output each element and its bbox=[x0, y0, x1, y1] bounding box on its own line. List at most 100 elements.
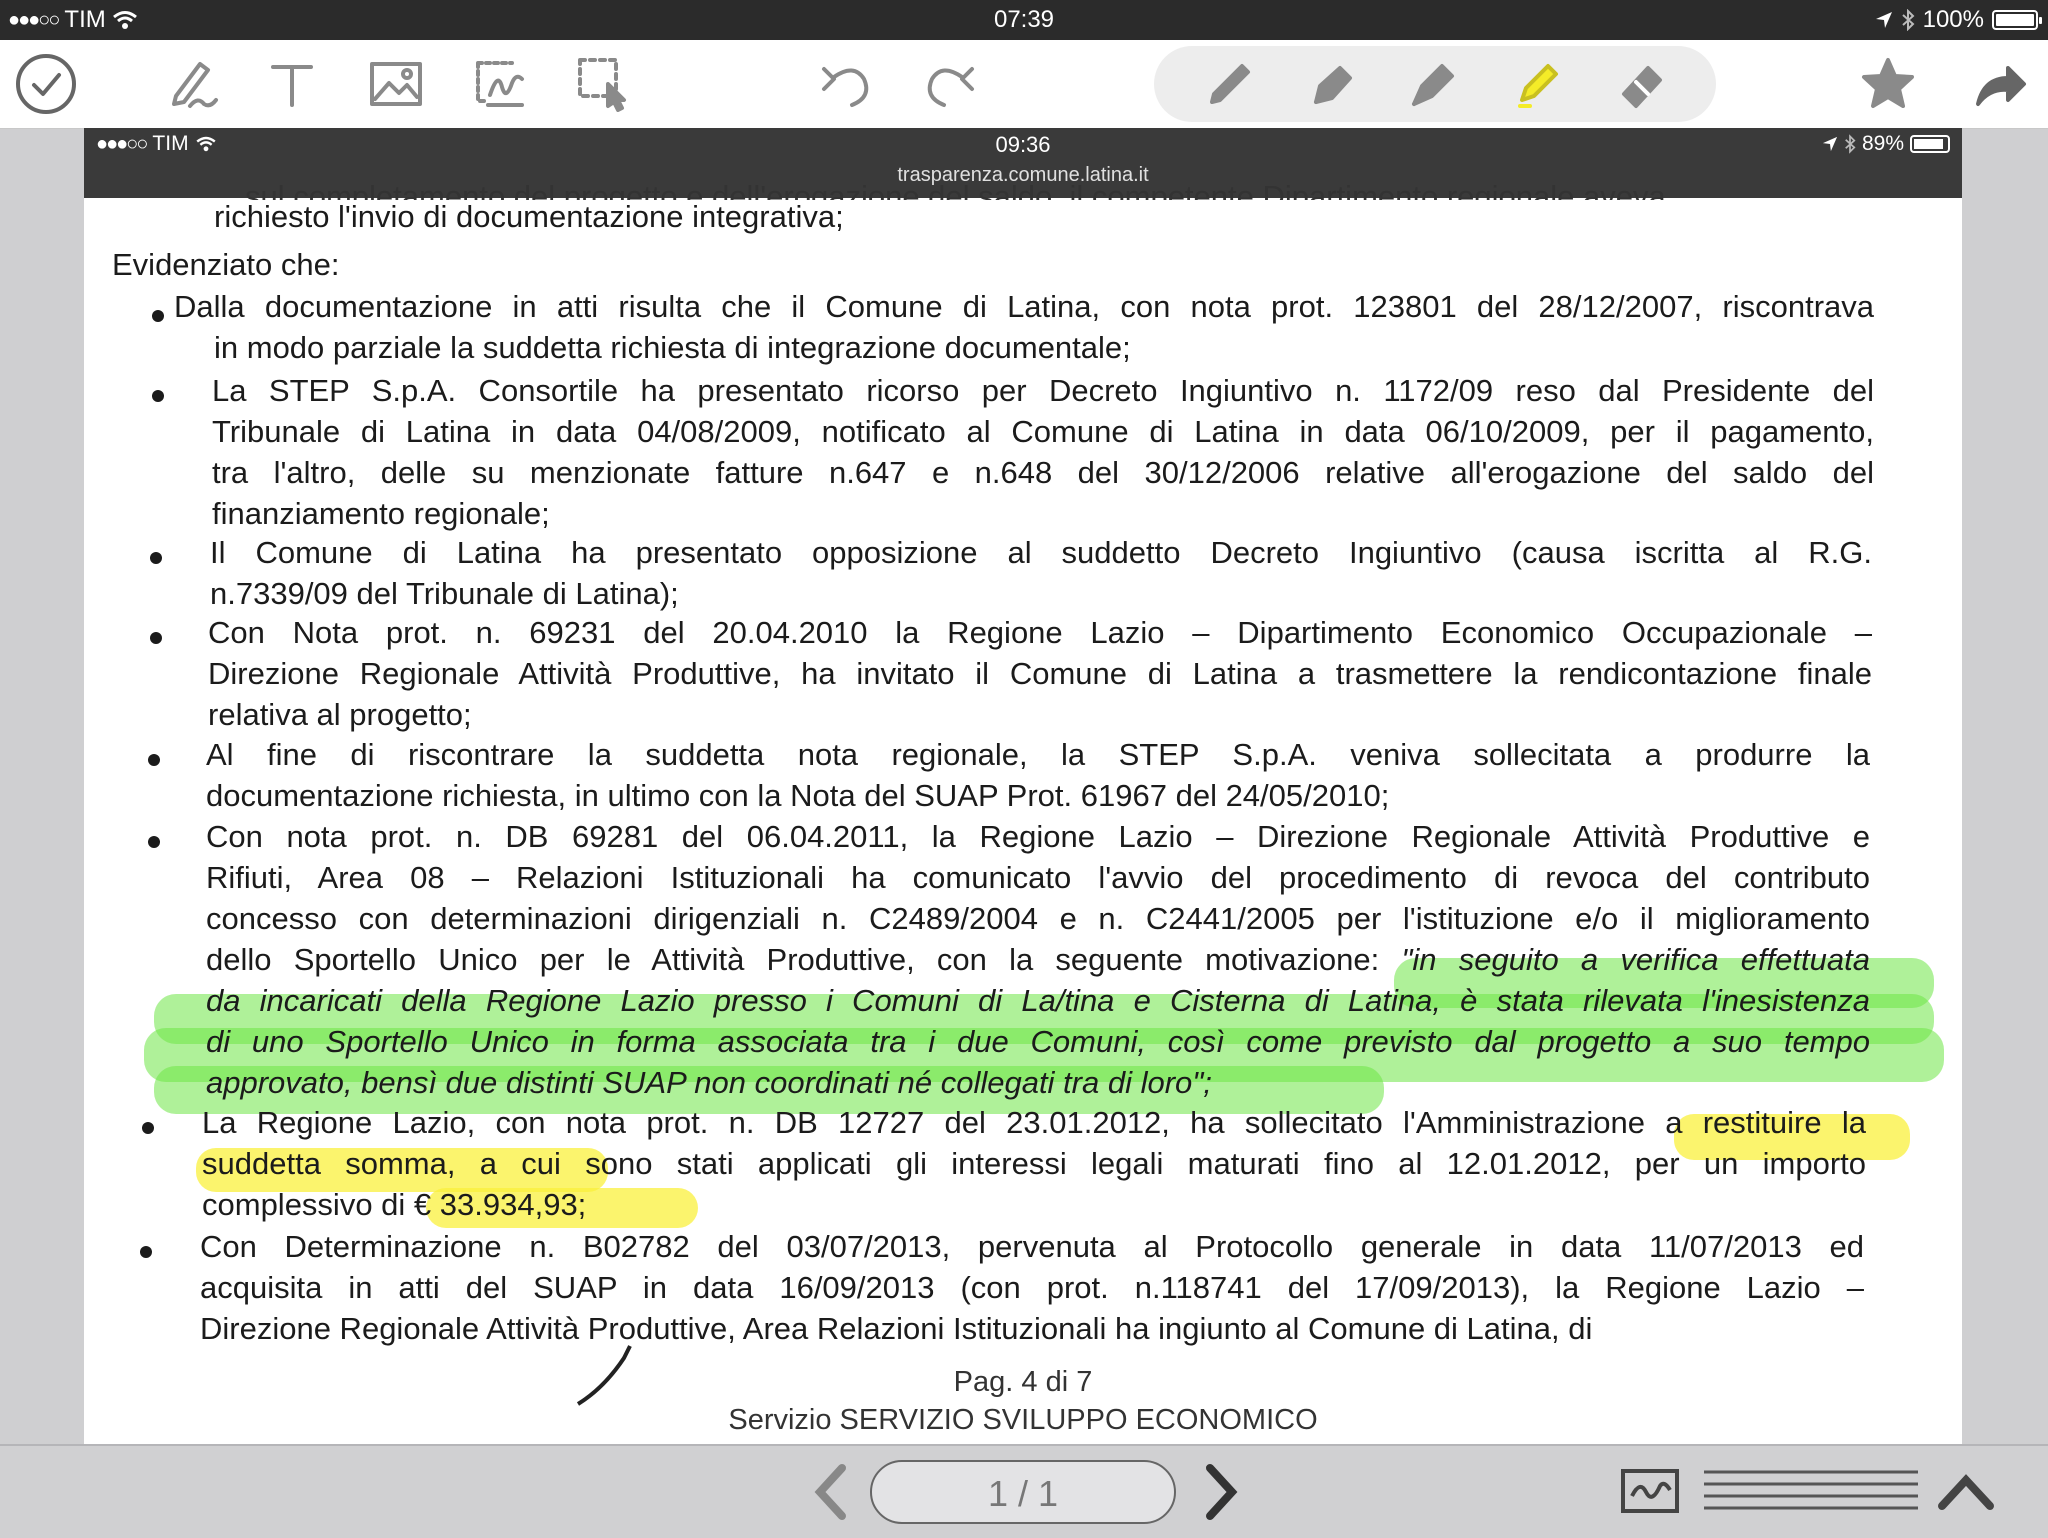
lasso-select-icon bbox=[578, 58, 626, 112]
quote-start: "in seguito a verifica effettuata bbox=[1401, 942, 1870, 977]
bullet-line: Direzione Regionale Attività Produttive,… bbox=[200, 1311, 1593, 1346]
evidenziato-text: Evidenziato che: bbox=[112, 247, 340, 282]
bullet-line: Al fine di riscontrare la suddetta nota … bbox=[206, 737, 1870, 772]
status-right: 100% bbox=[1875, 6, 2042, 34]
bullet-line-with-quote: dello Sportello Unico per le Attività Pr… bbox=[206, 939, 1870, 980]
bullet-line: complessivo di € 33.934,93; bbox=[202, 1187, 587, 1222]
page-indicator[interactable]: 1 / 1 bbox=[870, 1460, 1176, 1524]
star-icon bbox=[1862, 58, 1914, 108]
share-arrow-icon bbox=[1976, 66, 2026, 106]
bullet-item-4: Con Nota prot. n. 69231 del 20.04.2010 l… bbox=[208, 612, 1872, 735]
bullet-line: documentazione richiesta, in ultimo con … bbox=[206, 778, 1390, 813]
embedded-battery-icon bbox=[1910, 135, 1950, 153]
quote-line: di uno Sportello Unico in forma associat… bbox=[206, 1024, 1870, 1059]
bullet-line: tra l'altro, delle su menzionate fatture… bbox=[212, 455, 1874, 490]
nib-pen-button[interactable] bbox=[1400, 50, 1468, 118]
bullet-dot bbox=[140, 1246, 152, 1258]
draw-tool-button[interactable] bbox=[158, 50, 226, 118]
signature-icon bbox=[476, 61, 524, 107]
eraser-icon bbox=[1622, 66, 1662, 108]
image-icon bbox=[370, 62, 422, 106]
favorite-button[interactable] bbox=[1854, 50, 1922, 118]
bullet-item-6: Con nota prot. n. DB 69281 del 06.04.201… bbox=[206, 816, 1870, 1103]
highlighter-icon bbox=[1518, 64, 1558, 108]
document-text: …sul completamento del progetto e dell'e… bbox=[84, 179, 1962, 1444]
checkmark-circle-icon bbox=[16, 54, 76, 114]
calligraphy-pen-icon bbox=[1412, 64, 1454, 106]
motivazione-text: dello Sportello Unico per le Attività Pr… bbox=[206, 942, 1380, 977]
undo-button[interactable] bbox=[812, 50, 880, 118]
evidenziato-heading: Evidenziato che: bbox=[112, 244, 339, 285]
bullet-item-5: Al fine di riscontrare la suddetta nota … bbox=[206, 734, 1870, 816]
bottom-navigation-bar: 1 / 1 bbox=[0, 1444, 2048, 1538]
bullet-line: Direzione Regionale Attività Produttive,… bbox=[208, 656, 1872, 691]
bullet-dot bbox=[150, 632, 162, 644]
bullet-item-1: Dalla documentazione in atti risulta che… bbox=[174, 286, 1874, 368]
bullet-line: La Regione Lazio, con nota prot. n. DB 1… bbox=[202, 1105, 1866, 1140]
bullet-dot bbox=[148, 754, 160, 766]
list-lines-icon bbox=[1704, 1470, 1918, 1510]
chevron-up-icon bbox=[1938, 1474, 1994, 1510]
bullet-line: Con nota prot. n. DB 69281 del 06.04.201… bbox=[206, 819, 1870, 854]
bullet-line: Tribunale di Latina in data 04/08/2009, … bbox=[212, 414, 1874, 449]
bullet-line: Con Determinazione n. B02782 del 03/07/2… bbox=[200, 1229, 1864, 1264]
chevron-right-icon bbox=[1206, 1464, 1238, 1520]
bullet-item-3: Il Comune di Latina ha presentato opposi… bbox=[210, 532, 1872, 614]
next-page-button[interactable] bbox=[1196, 1462, 1246, 1522]
bullet-line: n.7339/09 del Tribunale di Latina); bbox=[210, 576, 679, 611]
pencil-icon bbox=[1210, 64, 1250, 104]
text-tool-button[interactable] bbox=[258, 50, 326, 118]
document-page: ●●●○○ TIM 09:36 trasparenza.comune.latin… bbox=[84, 128, 1962, 1444]
embedded-location-icon bbox=[1822, 136, 1838, 152]
eraser-button[interactable] bbox=[1608, 50, 1676, 118]
collapse-up-button[interactable] bbox=[1936, 1468, 1996, 1514]
bullet-line: Dalla documentazione in atti risulta che… bbox=[174, 289, 1874, 324]
fountain-pen-button[interactable] bbox=[1300, 50, 1368, 118]
previous-page-button[interactable] bbox=[806, 1462, 856, 1522]
doc-line: richiesto l'invio di documentazione inte… bbox=[214, 199, 844, 234]
status-time: 07:39 bbox=[993, 6, 1055, 33]
share-button[interactable] bbox=[1966, 50, 2034, 118]
bullet-dot bbox=[150, 552, 162, 564]
bluetooth-icon bbox=[1901, 9, 1915, 31]
battery-percent: 100% bbox=[1922, 6, 1984, 33]
bullet-line: finanziamento regionale; bbox=[212, 496, 550, 531]
redo-icon bbox=[927, 67, 974, 107]
image-tool-button[interactable] bbox=[362, 50, 430, 118]
bullet-item-7: La Regione Lazio, con nota prot. n. DB 1… bbox=[202, 1102, 1866, 1225]
embedded-bluetooth-icon bbox=[1845, 134, 1856, 154]
bullet-dot bbox=[152, 310, 164, 322]
signature-view-button[interactable] bbox=[1620, 1468, 1680, 1514]
thumbnail-list-button[interactable] bbox=[1700, 1466, 1922, 1516]
bullet-line: acquisita in atti del SUAP in data 16/09… bbox=[200, 1270, 1864, 1305]
service-footer-text: Servizio SERVIZIO SVILUPPO ECONOMICO bbox=[728, 1404, 1318, 1436]
highlighter-button[interactable] bbox=[1504, 50, 1572, 118]
bullet-line: Rifiuti, Area 08 – Relazioni Istituziona… bbox=[206, 860, 1870, 895]
signature-tool-button[interactable] bbox=[466, 50, 534, 118]
redo-button[interactable] bbox=[916, 50, 984, 118]
selection-tool-button[interactable] bbox=[570, 50, 638, 118]
signature-box-icon bbox=[1621, 1469, 1679, 1513]
bullet-item-8: Con Determinazione n. B02782 del 03/07/2… bbox=[200, 1226, 1864, 1349]
bullet-line: Con Nota prot. n. 69231 del 20.04.2010 l… bbox=[208, 615, 1872, 650]
bullet-dot bbox=[142, 1122, 154, 1134]
embedded-status-right: 89% bbox=[1822, 132, 1950, 156]
bullet-line: in modo parziale la suddetta richiesta d… bbox=[214, 330, 1131, 365]
pen-scribble-icon bbox=[172, 62, 218, 108]
location-arrow-icon bbox=[1875, 12, 1892, 28]
bullet-item-2: La STEP S.p.A. Consortile ha presentato … bbox=[212, 370, 1874, 534]
fountain-pen-icon bbox=[1314, 66, 1352, 104]
undo-icon bbox=[822, 67, 869, 107]
bullet-dot bbox=[148, 836, 160, 848]
bullet-line: concesso con determinazioni dirigenziali… bbox=[206, 901, 1870, 936]
pen-selector-group bbox=[1154, 46, 1716, 122]
bullet-line: relativa al progetto; bbox=[208, 697, 472, 732]
embedded-time: 09:36 bbox=[995, 132, 1051, 157]
done-button[interactable] bbox=[12, 50, 80, 118]
pen-button[interactable] bbox=[1196, 50, 1264, 118]
quote-line: approvato, bensì due distinti SUAP non c… bbox=[206, 1065, 1212, 1100]
text-icon bbox=[271, 65, 313, 107]
annotation-toolbar bbox=[0, 40, 2048, 129]
chevron-left-icon bbox=[814, 1464, 846, 1520]
bullet-dot bbox=[152, 390, 164, 402]
